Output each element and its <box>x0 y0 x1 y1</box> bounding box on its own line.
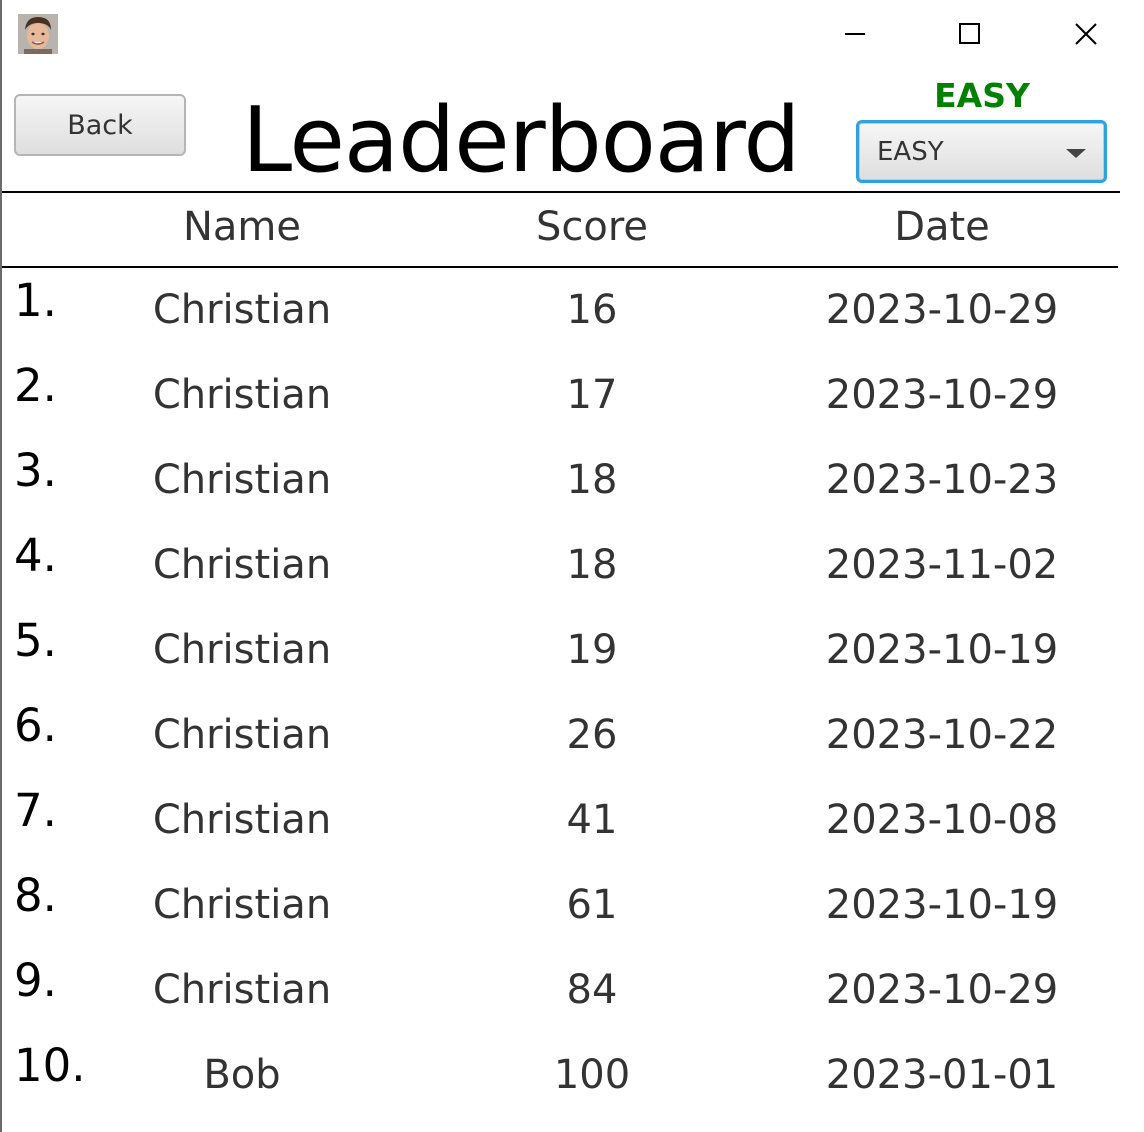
score-date: 2023-01-01 <box>825 1052 1059 1098</box>
rank-number: 8. <box>14 869 57 922</box>
player-score: 18 <box>566 457 618 503</box>
table-row: 1. Christian 16 2023-10-29 <box>2 268 1144 353</box>
player-name: Christian <box>152 372 332 418</box>
player-name: Christian <box>152 882 332 928</box>
player-score: 26 <box>566 712 618 758</box>
chevron-down-icon <box>1066 149 1086 158</box>
rank-number: 9. <box>14 954 57 1007</box>
player-name: Christian <box>152 287 332 333</box>
rank-number: 10. <box>14 1039 86 1092</box>
rank-number: 1. <box>14 274 57 327</box>
minimize-icon[interactable] <box>835 14 875 54</box>
score-date: 2023-10-29 <box>825 287 1059 333</box>
rank-number: 5. <box>14 614 57 667</box>
column-header-name: Name <box>182 204 301 250</box>
player-name: Bob <box>203 1052 281 1098</box>
player-name: Christian <box>152 627 332 673</box>
difficulty-dropdown[interactable]: EASY <box>856 120 1107 183</box>
leaderboard-window: Back Leaderboard EASY EASY Name Score Da… <box>0 0 1144 1132</box>
close-icon[interactable] <box>1066 14 1106 54</box>
table-row: 6. Christian 26 2023-10-22 <box>2 693 1144 778</box>
back-button[interactable]: Back <box>14 94 186 156</box>
leaderboard-list: 1. Christian 16 2023-10-29 2. Christian … <box>2 268 1144 1118</box>
table-row: 4. Christian 18 2023-11-02 <box>2 523 1144 608</box>
rank-number: 4. <box>14 529 57 582</box>
maximize-icon[interactable] <box>950 14 990 54</box>
app-avatar-icon <box>18 14 58 54</box>
player-name: Christian <box>152 712 332 758</box>
title-bar <box>2 0 1144 70</box>
score-date: 2023-10-29 <box>825 967 1059 1013</box>
player-name: Christian <box>152 967 332 1013</box>
table-row: 5. Christian 19 2023-10-19 <box>2 608 1144 693</box>
player-score: 61 <box>566 882 618 928</box>
header-divider <box>2 191 1120 193</box>
player-score: 18 <box>566 542 618 588</box>
score-date: 2023-10-19 <box>825 882 1059 928</box>
score-date: 2023-10-29 <box>825 372 1059 418</box>
rank-number: 7. <box>14 784 57 837</box>
player-score: 19 <box>566 627 618 673</box>
table-row: 3. Christian 18 2023-10-23 <box>2 438 1144 523</box>
score-date: 2023-11-02 <box>825 542 1059 588</box>
player-score: 16 <box>566 287 618 333</box>
player-name: Christian <box>152 797 332 843</box>
player-score: 17 <box>566 372 618 418</box>
table-row: 7. Christian 41 2023-10-08 <box>2 778 1144 863</box>
table-row: 2. Christian 17 2023-10-29 <box>2 353 1144 438</box>
rank-number: 3. <box>14 444 57 497</box>
score-date: 2023-10-22 <box>825 712 1059 758</box>
player-score: 41 <box>566 797 618 843</box>
page-title: Leaderboard <box>242 88 800 193</box>
player-score: 84 <box>566 967 618 1013</box>
table-row: 9. Christian 84 2023-10-29 <box>2 948 1144 1033</box>
player-score: 100 <box>553 1052 631 1098</box>
rank-number: 2. <box>14 359 57 412</box>
difficulty-selected-value: EASY <box>877 136 944 167</box>
score-date: 2023-10-23 <box>825 457 1059 503</box>
table-row: 10. Bob 100 2023-01-01 <box>2 1033 1144 1118</box>
rank-number: 6. <box>14 699 57 752</box>
player-name: Christian <box>152 457 332 503</box>
player-name: Christian <box>152 542 332 588</box>
difficulty-label: EASY <box>934 76 1030 115</box>
score-date: 2023-10-19 <box>825 627 1059 673</box>
table-row: 8. Christian 61 2023-10-19 <box>2 863 1144 948</box>
score-date: 2023-10-08 <box>825 797 1059 843</box>
column-header-score: Score <box>535 204 649 250</box>
column-header-date: Date <box>894 204 990 250</box>
